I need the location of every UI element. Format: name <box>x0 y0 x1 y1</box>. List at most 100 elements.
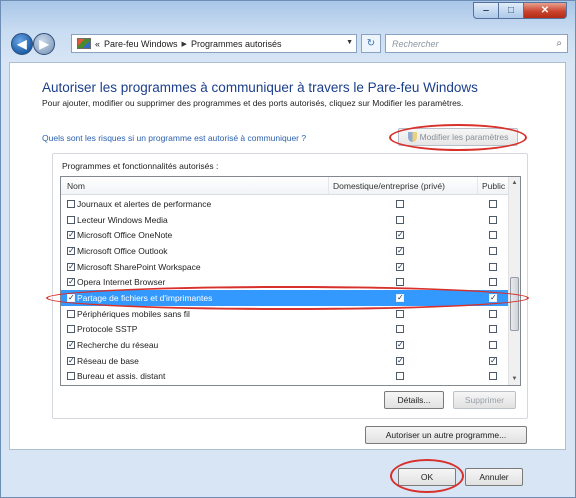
domestic-checkbox[interactable]: ✓ <box>396 231 404 240</box>
public-checkbox[interactable] <box>489 215 497 224</box>
programs-group-title: Programmes et fonctionnalités autorisés … <box>62 161 219 171</box>
program-enabled-checkbox[interactable]: ✓ <box>67 246 75 255</box>
domestic-checkbox[interactable]: ✓ <box>396 262 404 271</box>
breadcrumb-firewall[interactable]: Pare-feu Windows <box>104 39 178 49</box>
domestic-checkbox[interactable]: ✓ <box>396 356 404 365</box>
program-name-cell[interactable]: ✓ Microsoft Office OneNote <box>67 230 172 240</box>
allow-another-program-button[interactable]: Autoriser un autre programme... <box>365 426 527 444</box>
program-enabled-checkbox[interactable] <box>67 325 75 334</box>
table-row[interactable]: ✓ Microsoft Office Outlook ✓ <box>61 243 510 259</box>
details-button[interactable]: Détails... <box>384 391 444 409</box>
domestic-checkbox[interactable] <box>396 199 404 208</box>
domestic-checkbox[interactable]: ✓ <box>396 341 404 350</box>
risk-help-link[interactable]: Quels sont les risques si un programme e… <box>42 133 306 143</box>
domestic-checkbox[interactable]: ✓ <box>396 293 404 302</box>
scroll-up-icon[interactable]: ▲ <box>509 177 520 189</box>
program-enabled-checkbox[interactable] <box>67 199 75 208</box>
program-enabled-checkbox[interactable]: ✓ <box>67 278 75 287</box>
table-row[interactable]: Protocole SSTP <box>61 322 510 338</box>
program-name: Opera Internet Browser <box>77 277 166 288</box>
program-enabled-checkbox[interactable]: ✓ <box>67 231 75 240</box>
column-domestic[interactable]: Domestique/entreprise (privé) <box>329 177 478 194</box>
program-enabled-checkbox[interactable]: ✓ <box>67 341 75 350</box>
scroll-thumb[interactable] <box>510 277 519 331</box>
program-enabled-checkbox[interactable]: ✓ <box>67 262 75 271</box>
program-enabled-checkbox[interactable] <box>67 215 75 224</box>
public-checkbox[interactable] <box>489 325 497 334</box>
table-row[interactable]: Lecteur Windows Media <box>61 212 510 228</box>
program-name: Bureau et assis. distant <box>77 371 166 382</box>
table-row[interactable]: ✓ Microsoft SharePoint Workspace ✓ <box>61 259 510 275</box>
table-row[interactable]: ✓ Réseau de base ✓ ✓ <box>61 353 510 369</box>
table-row[interactable]: Journaux et alertes de performance <box>61 196 510 212</box>
refresh-icon[interactable]: ↻ <box>361 34 381 53</box>
delete-button[interactable]: Supprimer <box>453 391 516 409</box>
ok-button[interactable]: OK <box>398 468 456 486</box>
page-title: Autoriser les programmes à communiquer à… <box>42 80 478 95</box>
table-row[interactable]: ✓ Opera Internet Browser <box>61 274 510 290</box>
program-name-cell[interactable]: Périphériques mobiles sans fil <box>67 309 190 319</box>
programs-list[interactable]: Nom Domestique/entreprise (privé) Public… <box>60 176 521 386</box>
public-checkbox[interactable]: ✓ <box>489 356 497 365</box>
program-name-cell[interactable]: ✓ Microsoft SharePoint Workspace <box>67 262 201 272</box>
program-name: Périphériques mobiles sans fil <box>77 308 190 319</box>
domestic-checkbox[interactable] <box>396 309 404 318</box>
public-checkbox[interactable] <box>489 231 497 240</box>
domestic-checkbox[interactable]: ✓ <box>396 246 404 255</box>
domestic-checkbox[interactable] <box>396 278 404 287</box>
caption-buttons: ‒ □ ✕ <box>473 2 567 19</box>
breadcrumb-allowed-programs[interactable]: Programmes autorisés <box>191 39 282 49</box>
program-name-cell[interactable]: Journaux et alertes de performance <box>67 199 211 209</box>
public-checkbox[interactable] <box>489 262 497 271</box>
address-bar[interactable]: « Pare-feu Windows ▶ Programmes autorisé… <box>71 34 357 53</box>
public-checkbox[interactable] <box>489 278 497 287</box>
program-enabled-checkbox[interactable] <box>67 309 75 318</box>
table-row[interactable]: ✓ Recherche du réseau ✓ <box>61 337 510 353</box>
breadcrumb-separator-icon[interactable]: ▶ <box>182 40 187 48</box>
minimize-icon[interactable]: ‒ <box>473 2 499 19</box>
column-public[interactable]: Public <box>478 177 510 194</box>
program-name-cell[interactable]: ✓ Opera Internet Browser <box>67 277 165 287</box>
program-name: Lecteur Windows Media <box>77 214 168 225</box>
vertical-scrollbar[interactable]: ▲ ▼ <box>508 177 520 385</box>
scroll-down-icon[interactable]: ▼ <box>509 373 520 385</box>
program-enabled-checkbox[interactable]: ✓ <box>67 356 75 365</box>
table-row[interactable]: ✓ Partage de fichiers et d'imprimantes ✓ ✓ <box>61 290 510 306</box>
search-icon[interactable]: ⌕ <box>556 38 562 49</box>
program-name-cell[interactable]: Protocole SSTP <box>67 324 137 334</box>
cancel-button[interactable]: Annuler <box>465 468 523 486</box>
control-panel-icon <box>77 38 91 49</box>
modify-settings-button[interactable]: Modifier les paramètres <box>398 128 518 146</box>
table-row[interactable]: Bureau et assis. distant <box>61 369 510 385</box>
table-row[interactable]: Périphériques mobiles sans fil <box>61 306 510 322</box>
program-enabled-checkbox[interactable]: ✓ <box>67 293 75 302</box>
close-icon[interactable]: ✕ <box>524 2 567 19</box>
program-name-cell[interactable]: ✓ Recherche du réseau <box>67 340 158 350</box>
domestic-checkbox[interactable] <box>396 325 404 334</box>
public-checkbox[interactable] <box>489 372 497 381</box>
public-checkbox[interactable] <box>489 246 497 255</box>
program-name-cell[interactable]: ✓ Microsoft Office Outlook <box>67 246 168 256</box>
program-name: Microsoft Office OneNote <box>77 230 173 241</box>
program-name-cell[interactable]: ✓ Partage de fichiers et d'imprimantes <box>67 293 212 303</box>
public-checkbox[interactable] <box>489 199 497 208</box>
public-checkbox[interactable]: ✓ <box>489 293 497 302</box>
maximize-icon[interactable]: □ <box>499 2 524 19</box>
public-checkbox[interactable] <box>489 309 497 318</box>
public-checkbox[interactable] <box>489 341 497 350</box>
program-name-cell[interactable]: ✓ Réseau de base <box>67 356 139 366</box>
program-name-cell[interactable]: Bureau et assis. distant <box>67 371 165 381</box>
domestic-checkbox[interactable] <box>396 372 404 381</box>
program-enabled-checkbox[interactable] <box>67 372 75 381</box>
domestic-checkbox[interactable] <box>396 215 404 224</box>
search-input[interactable]: Rechercher ⌕ <box>385 34 568 53</box>
forward-arrow-icon[interactable]: ▶ <box>33 33 55 55</box>
table-row[interactable]: ✓ Microsoft Office OneNote ✓ <box>61 227 510 243</box>
breadcrumb-prefix: « <box>95 38 101 49</box>
address-dropdown-icon[interactable]: ▼ <box>346 39 353 46</box>
column-name[interactable]: Nom <box>61 177 329 194</box>
back-arrow-icon[interactable]: ◀ <box>11 33 33 55</box>
program-name-cell[interactable]: Lecteur Windows Media <box>67 215 168 225</box>
intro-text: Pour ajouter, modifier ou supprimer des … <box>42 98 464 108</box>
modify-settings-label: Modifier les paramètres <box>419 132 509 142</box>
